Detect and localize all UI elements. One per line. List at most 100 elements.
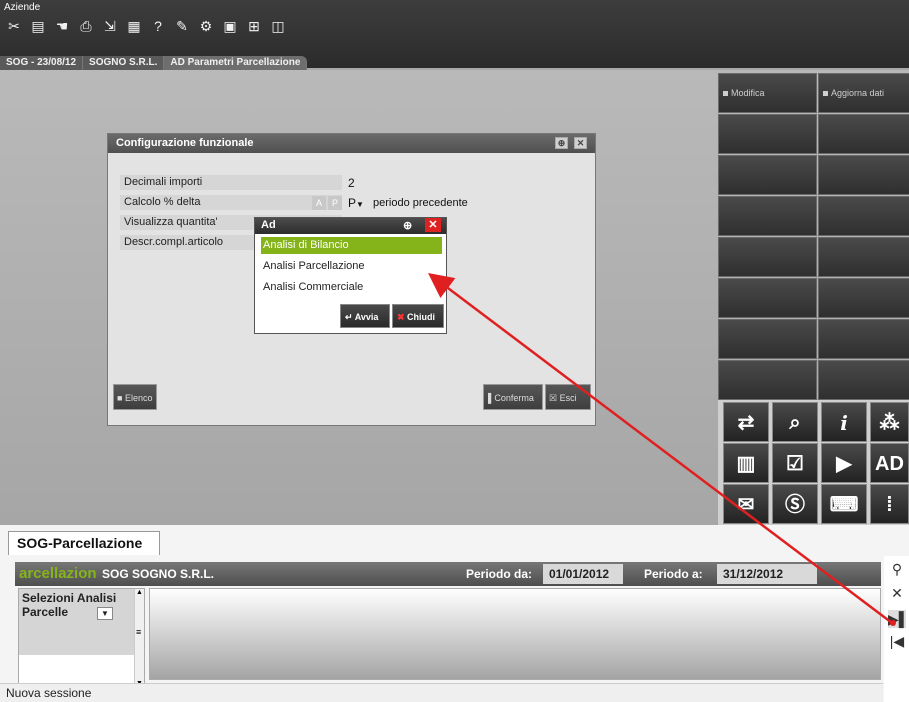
conferma-button[interactable]: ▌Conferma [483,384,543,410]
close-icon[interactable]: ✕ [425,218,441,232]
command-slot[interactable] [818,237,909,277]
selezioni-title: Selezioni Analisi [22,591,117,605]
tab-parcellazione[interactable]: SOG-Parcellazione [8,531,160,555]
right-side-tools: ⚲ ✕ ▶▌ |◀ [884,556,909,702]
fullscreen-icon[interactable]: ⊞ [246,18,262,34]
keypad-icon[interactable]: ⁞ [870,484,909,524]
command-slot[interactable] [718,196,817,236]
command-slot[interactable] [718,155,817,195]
avvia-button[interactable]: ↵ Avvia [340,304,390,328]
command-slot[interactable] [818,319,909,359]
command-panel: Modifica Aggiorna dati [718,73,909,403]
results-area [149,588,881,680]
breadcrumb-company-date[interactable]: SOG - 23/08/12 [0,56,84,70]
option-p-button[interactable]: P [328,196,342,210]
ad-popup: Ad ⊕ ✕ Analisi di Bilancio Analisi Parce… [254,217,447,334]
close-icon[interactable]: ✕ [574,137,587,149]
hand-icon[interactable]: ☚ [54,18,70,34]
edit-icon[interactable]: ✎ [174,18,190,34]
status-bar: Nuova sessione [0,683,883,702]
pin-icon[interactable]: ⚲ [888,560,906,578]
command-slot[interactable] [718,237,817,277]
breadcrumb: SOG - 23/08/12 SOGNO S.R.L. AD Parametri… [0,56,308,70]
session-label: arcellazion [19,565,97,582]
popup-item-analisi-commerciale[interactable]: Analisi Commerciale [261,279,442,296]
field-value-decimali[interactable]: 2 [348,176,355,190]
checklist-icon[interactable]: ☑ [772,443,818,483]
field-label-decimali: Decimali importi [120,175,342,190]
command-slot[interactable] [718,360,817,400]
command-slot[interactable] [818,155,909,195]
command-slot[interactable] [818,196,909,236]
option-a-button[interactable]: A [312,196,326,210]
molecule-icon[interactable]: ⁂ [870,402,909,442]
popup-title: Ad [261,219,276,231]
periodo-da-field[interactable]: 01/01/2012 [543,564,623,584]
settings-icon[interactable]: ⚙ [198,18,214,34]
export-icon[interactable]: ⇲ [102,18,118,34]
elenco-button[interactable]: ■ Elenco [113,384,157,410]
selezioni-analisi-box: Selezioni Analisi Parcelle ▼ ▲ ≡ ▼ [18,588,145,688]
new-session-icon[interactable]: ▶▌ [888,610,909,628]
enter-icon: ↵ [345,312,355,322]
command-slot[interactable] [818,360,909,400]
popup-item-analisi-parcellazione[interactable]: Analisi Parcellazione [261,258,442,275]
popup-item-analisi-bilancio[interactable]: Analisi di Bilancio [261,237,442,254]
document-icon[interactable]: ▤ [30,18,46,34]
bottom-panel: SOG-Parcellazione arcellazion SOG SOGNO … [0,525,909,702]
dialog-title: Configurazione funzionale [116,137,254,149]
command-slot[interactable] [718,114,817,154]
aggiorna-dati-button[interactable]: Aggiorna dati [818,73,909,113]
chevron-down-icon[interactable]: ▼ [97,607,113,620]
printer-icon[interactable]: ⎙ [78,18,94,34]
icon-toolbar: ✂ ▤ ☚ ⎙ ⇲ ▦ ? ✎ ⚙ ▣ ⊞ ◫ [6,18,286,38]
breadcrumb-company-name[interactable]: SOGNO S.R.L. [83,56,165,70]
calculator-icon[interactable]: ▣ [222,18,238,34]
periodo-a-field[interactable]: 31/12/2012 [717,564,817,584]
session-info-bar: arcellazion SOG SOGNO S.R.L. Periodo da:… [15,562,881,586]
close-icon[interactable]: ✕ [888,584,906,602]
modifica-button[interactable]: Modifica [718,73,817,113]
document-search-icon[interactable]: ⌕ [772,402,818,442]
selezioni-value[interactable]: Parcelle ▼ [22,605,131,620]
scrollbar[interactable]: ▲ ≡ ▼ [134,589,144,687]
command-slot[interactable] [718,278,817,318]
popup-titlebar: Ad ⊕ ✕ [255,218,446,234]
field-label-calcolo: Calcolo % delta [120,195,342,210]
periodo-da-label: Periodo da: [466,567,533,581]
ad-icon[interactable]: AD [870,443,909,483]
help-icon[interactable]: ? [150,18,166,34]
keyboard-icon[interactable]: ⌨ [821,484,867,524]
command-slot[interactable] [818,278,909,318]
app-title: Aziende [4,2,41,13]
transfer-icon[interactable]: ⇄ [723,402,769,442]
chiudi-button[interactable]: ✖ Chiudi [392,304,444,328]
first-icon[interactable]: |◀ [888,632,906,650]
company-name: SOG SOGNO S.R.L. [102,567,215,581]
scissors-icon[interactable]: ✂ [6,18,22,34]
scroll-thumb[interactable]: ≡ [136,627,141,637]
command-slot[interactable] [718,319,817,359]
esci-button[interactable]: ☒ Esci [545,384,591,410]
breadcrumb-current-page[interactable]: AD Parametri Parcellazione [164,56,308,70]
mail-icon[interactable]: ✉ [723,484,769,524]
maximize-icon[interactable]: ⊕ [555,137,568,149]
command-slot[interactable] [818,114,909,154]
play-icon[interactable]: ▶ [821,443,867,483]
field-value-calcolo[interactable]: P▼ [348,196,364,210]
sw-icon[interactable]: Ⓢ [772,484,818,524]
info-icon[interactable]: i [821,402,867,442]
quick-icon-grid: ⇄ ⌕ i ⁂ ▥ ☑ ▶ AD ✉ Ⓢ ⌨ ⁞ [718,400,909,526]
field-extra-calcolo: periodo precedente [373,197,468,209]
dialog-titlebar: Configurazione funzionale ⊕ ✕ [108,134,595,153]
top-toolbar: Aziende ✂ ▤ ☚ ⎙ ⇲ ▦ ? ✎ ⚙ ▣ ⊞ ◫ SOG - 23… [0,0,909,70]
selezioni-header: Selezioni Analisi Parcelle ▼ [19,589,134,655]
close-icon: ✖ [397,312,408,322]
window-icon[interactable]: ◫ [270,18,286,34]
barcode-icon[interactable]: ▥ [723,443,769,483]
chevron-down-icon[interactable]: ▼ [356,200,364,209]
periodo-a-label: Periodo a: [644,567,703,581]
table-icon[interactable]: ▦ [126,18,142,34]
scroll-up-icon[interactable]: ▲ [136,589,143,596]
maximize-icon[interactable]: ⊕ [403,219,412,232]
